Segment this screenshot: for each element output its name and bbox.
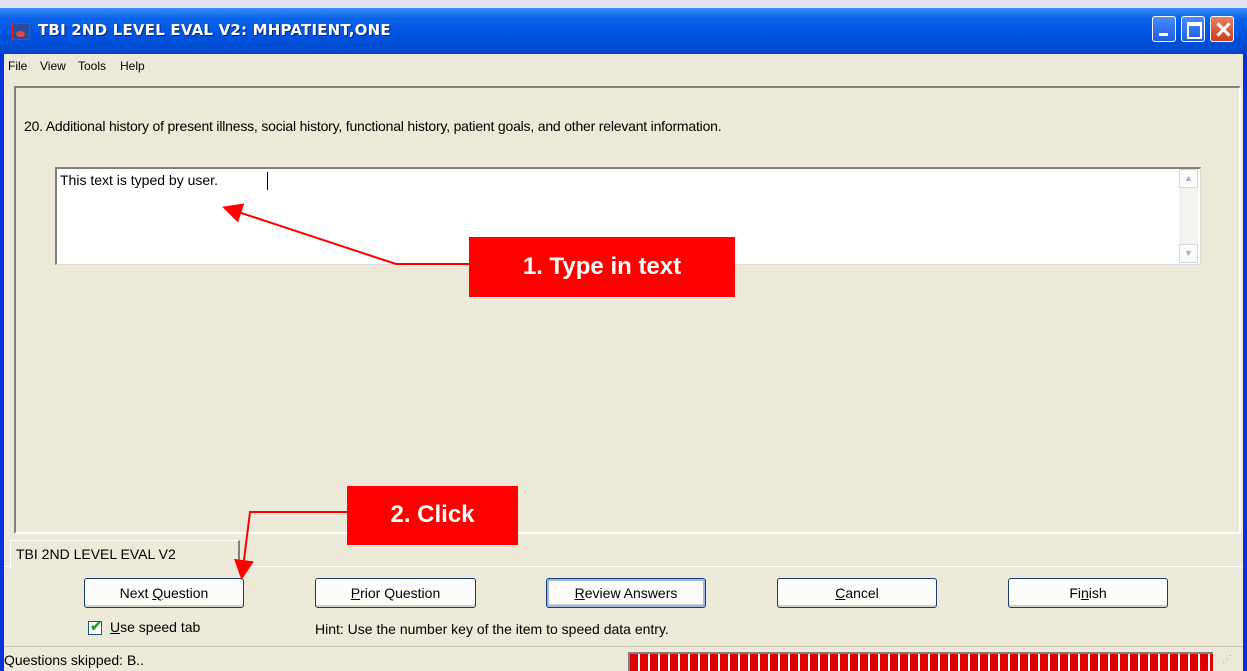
accelerator-key: Q xyxy=(152,585,164,601)
accelerator-key: C xyxy=(835,585,846,601)
accelerator-key: n xyxy=(1080,585,1089,601)
answer-scrollbar[interactable]: ▲ ▼ xyxy=(1179,169,1198,263)
question-panel xyxy=(14,86,1241,534)
accelerator-key: U xyxy=(110,619,121,635)
progress-fill xyxy=(630,654,1213,671)
accelerator-key: R xyxy=(574,585,585,601)
button-label-part: uestion xyxy=(163,585,209,601)
desktop-background-strip xyxy=(0,0,1247,8)
callout-type-in-text: 1. Type in text xyxy=(469,237,735,297)
button-label-part: ish xyxy=(1088,585,1107,601)
checkmark-icon: ✔ xyxy=(90,618,102,634)
close-button[interactable] xyxy=(1210,16,1234,42)
status-text: Questions skipped: B.. xyxy=(4,652,145,668)
scroll-up-icon[interactable]: ▲ xyxy=(1179,169,1198,188)
cancel-button[interactable]: Cancel xyxy=(777,578,937,608)
review-answers-button[interactable]: Review Answers xyxy=(546,578,706,608)
accelerator-key: P xyxy=(350,585,361,601)
button-label-part: Fi xyxy=(1069,585,1081,601)
minimize-button[interactable] xyxy=(1152,16,1176,42)
menu-bar: File View Tools Help xyxy=(4,54,1243,78)
callout-click: 2. Click xyxy=(347,486,518,545)
checkbox-label-text: se speed tab xyxy=(120,619,201,635)
button-label-part: eview Answers xyxy=(584,585,678,601)
button-label-part: rior Question xyxy=(360,585,441,601)
prior-question-button[interactable]: Prior Question xyxy=(315,578,476,608)
window-title: TBI 2ND LEVEL EVAL V2: MHPATIENT,ONE xyxy=(38,21,391,39)
menu-file[interactable]: File xyxy=(8,58,27,74)
app-icon[interactable] xyxy=(12,23,30,40)
tab-label[interactable]: TBI 2ND LEVEL EVAL V2 xyxy=(16,546,176,562)
use-speed-tab-label[interactable]: Use speed tab xyxy=(110,619,200,635)
maximize-button[interactable] xyxy=(1181,16,1205,42)
button-label-part: ancel xyxy=(845,585,879,601)
question-text: 20. Additional history of present illnes… xyxy=(24,118,722,134)
button-label-part: Next xyxy=(119,585,153,601)
scroll-down-icon[interactable]: ▼ xyxy=(1179,244,1198,263)
resize-grip-icon[interactable]: ⋰ xyxy=(1222,654,1240,670)
menu-help[interactable]: Help xyxy=(120,58,145,74)
text-caret xyxy=(267,172,268,190)
hint-text: Hint: Use the number key of the item to … xyxy=(315,621,669,637)
menu-view[interactable]: View xyxy=(40,58,66,74)
finish-button[interactable]: Finish xyxy=(1008,578,1168,608)
progress-bar xyxy=(628,652,1213,671)
menu-tools[interactable]: Tools xyxy=(78,58,106,74)
answer-text[interactable]: This text is typed by user. xyxy=(60,172,218,188)
next-question-button[interactable]: Next Question xyxy=(84,578,244,608)
